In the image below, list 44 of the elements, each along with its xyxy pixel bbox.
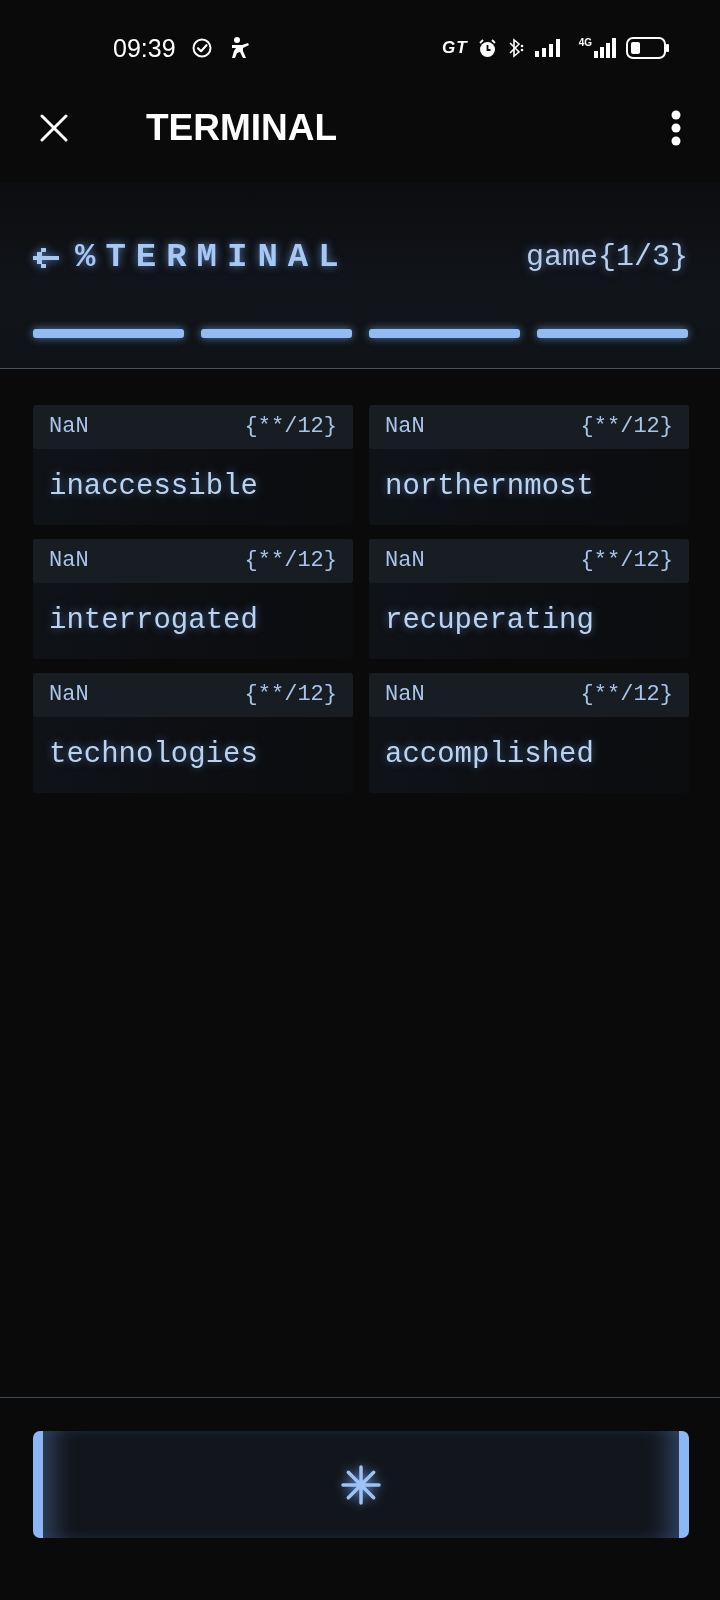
menu-icon [670,110,682,146]
word-card[interactable]: NaN {**/12} accomplished [369,673,689,793]
signal-icon [534,39,561,57]
count-label: {**/12} [244,682,337,708]
battery-icon [626,37,670,59]
game-progress-label: game{1/3} [525,239,688,275]
status-time: 09:39 [113,33,176,63]
word-text: inaccessible [49,470,258,504]
score-label: NaN [49,548,89,574]
action-button[interactable] [33,1431,689,1538]
word-text: northernmost [385,470,594,504]
word-text: recuperating [385,604,594,638]
check-circle-icon [191,38,212,58]
word-card[interactable]: NaN {**/12} inaccessible [33,405,353,525]
count-label: {**/12} [580,548,673,574]
network-type-label: 4G [578,38,592,48]
word-text: technologies [49,738,258,772]
app-title: TERMINAL [146,106,338,150]
score-label: NaN [49,414,89,440]
close-icon [40,114,68,142]
score-label: NaN [385,682,425,708]
count-label: {**/12} [244,414,337,440]
asterisk-icon [341,1464,381,1505]
score-label: NaN [385,414,425,440]
carrier-label: GT [442,39,468,57]
count-label: {**/12} [580,682,673,708]
alarm-icon [477,38,497,58]
word-text: interrogated [49,604,258,638]
game-title: %TERMINAL [75,239,349,275]
bluetooth-icon [506,38,525,58]
word-card[interactable]: NaN {**/12} northernmost [369,405,689,525]
score-label: NaN [385,548,425,574]
count-label: {**/12} [580,414,673,440]
word-card[interactable]: NaN {**/12} technologies [33,673,353,793]
back-arrow-icon [33,246,59,268]
back-button[interactable] [33,246,59,268]
word-card[interactable]: NaN {**/12} recuperating [369,539,689,659]
word-text: accomplished [385,738,594,772]
word-card[interactable]: NaN {**/12} interrogated [33,539,353,659]
more-menu-button[interactable] [670,110,682,146]
count-label: {**/12} [244,548,337,574]
signal-icon [594,38,616,58]
score-label: NaN [49,682,89,708]
close-button[interactable] [40,114,68,142]
